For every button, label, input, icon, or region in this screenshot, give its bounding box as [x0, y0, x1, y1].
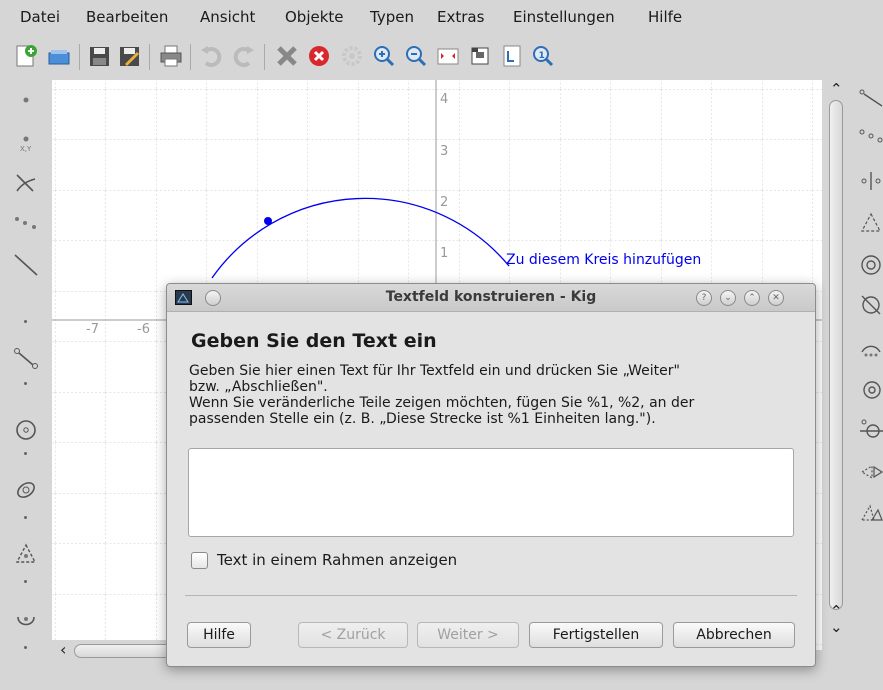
- description-line: Wenn Sie veränderliche Teile zeigen möch…: [189, 395, 695, 411]
- similitude-tool-icon[interactable]: [858, 498, 883, 524]
- transform-tool-icon[interactable]: [12, 608, 40, 636]
- ray-tool-icon[interactable]: [858, 86, 883, 112]
- undo-icon[interactable]: [197, 42, 225, 70]
- frame-checkbox-row[interactable]: Text in einem Rahmen anzeigen: [191, 550, 457, 570]
- svg-text:X,Y: X,Y: [20, 145, 32, 153]
- dialog-heading: Geben Sie den Text ein: [191, 330, 437, 352]
- arc-tool-icon[interactable]: [858, 334, 883, 360]
- horizontal-scrollbar[interactable]: ‹: [52, 640, 174, 662]
- toolbar: 1: [0, 36, 883, 80]
- help-icon[interactable]: ?: [696, 290, 712, 306]
- menu-bar: Datei Bearbeiten Ansicht Objekte Typen E…: [0, 0, 883, 36]
- menu-typen[interactable]: Typen: [370, 8, 414, 26]
- new-document-icon[interactable]: [12, 42, 40, 70]
- circle-point[interactable]: [264, 217, 272, 225]
- dialog-titlebar[interactable]: Textfeld konstruieren - Kig ? ⌄ ⌃ ✕: [167, 284, 815, 312]
- text-input-area[interactable]: [188, 448, 794, 537]
- save-icon[interactable]: [85, 42, 113, 70]
- properties-icon[interactable]: [498, 42, 526, 70]
- point-coordinates-tool-icon[interactable]: X,Y: [12, 130, 40, 158]
- segment-tool-icon[interactable]: [12, 344, 40, 372]
- dialog-separator: [185, 595, 797, 596]
- print-icon[interactable]: [157, 42, 185, 70]
- zoom-icon[interactable]: 1: [529, 42, 557, 70]
- export-icon[interactable]: [466, 42, 494, 70]
- y-axis-label-4: 4: [440, 92, 449, 107]
- right-tool-column: [850, 80, 883, 662]
- close-icon[interactable]: ✕: [768, 290, 784, 306]
- vector-tool-icon[interactable]: [858, 124, 883, 150]
- dialog-title: Textfeld konstruieren - Kig: [385, 289, 597, 305]
- point-tool-icon[interactable]: [12, 86, 40, 114]
- open-icon[interactable]: [45, 42, 73, 70]
- left-tool-column: X,Y: [0, 80, 52, 662]
- description-line: passenden Stelle ein (z. B. „Diese Strec…: [189, 411, 656, 427]
- y-axis-label-3: 3: [440, 144, 449, 159]
- circle-tool-icon[interactable]: [12, 416, 40, 444]
- perpendicular-tool-icon[interactable]: [858, 168, 883, 194]
- maximize-icon[interactable]: ⌃: [744, 290, 760, 306]
- spiral-tool-icon[interactable]: [858, 252, 883, 278]
- back-button[interactable]: < Zurück: [298, 622, 408, 648]
- menu-hilfe[interactable]: Hilfe: [648, 8, 682, 26]
- menu-extras[interactable]: Extras: [437, 8, 484, 26]
- circle-line-tool-icon[interactable]: [858, 416, 883, 442]
- finish-button[interactable]: Fertigstellen: [529, 622, 663, 648]
- help-button[interactable]: Hilfe: [187, 622, 251, 648]
- description-line: Geben Sie hier einen Text für Ihr Textfe…: [189, 363, 680, 379]
- menu-einstellungen[interactable]: Einstellungen: [513, 8, 615, 26]
- delete-icon[interactable]: [273, 42, 301, 70]
- minimize-icon[interactable]: ⌄: [720, 290, 736, 306]
- settings-icon[interactable]: [338, 42, 366, 70]
- redo-icon[interactable]: [230, 42, 258, 70]
- dialog-description: Geben Sie hier einen Text für Ihr Textfe…: [189, 363, 799, 427]
- x-axis-label-neg7: -7: [86, 322, 99, 337]
- line-tool-icon[interactable]: [12, 250, 40, 278]
- y-axis-label-1: 1: [440, 246, 449, 261]
- zoom-in-icon[interactable]: [370, 42, 398, 70]
- frame-checkbox[interactable]: [191, 551, 208, 569]
- triangle-tool-icon[interactable]: [858, 210, 883, 236]
- polygon-tool-icon[interactable]: [12, 540, 40, 568]
- scroll-down-arrow-icon[interactable]: ⌄: [830, 618, 843, 636]
- mirror-tool-icon[interactable]: [858, 456, 883, 482]
- construct-text-dialog: Textfeld konstruieren - Kig ? ⌄ ⌃ ✕ Gebe…: [166, 283, 816, 667]
- intersection-tool-icon[interactable]: [12, 168, 40, 196]
- scroll-up-arrow-icon[interactable]: ⌃: [830, 80, 843, 98]
- description-line: bzw. „Abschließen".: [189, 379, 328, 395]
- menu-datei[interactable]: Datei: [20, 8, 60, 26]
- menu-objekte[interactable]: Objekte: [285, 8, 344, 26]
- vertical-scrollbar-thumb[interactable]: [829, 100, 843, 610]
- menu-bearbeiten[interactable]: Bearbeiten: [86, 8, 168, 26]
- menu-ansicht[interactable]: Ansicht: [200, 8, 255, 26]
- midpoint-tool-icon[interactable]: [12, 208, 40, 236]
- y-axis-label-2: 2: [440, 195, 449, 210]
- circle-hover-label: Zu diesem Kreis hinzufügen: [506, 252, 702, 268]
- next-button[interactable]: Weiter >: [417, 622, 519, 648]
- zoom-out-icon[interactable]: [402, 42, 430, 70]
- horizontal-scrollbar-thumb[interactable]: [74, 644, 174, 658]
- vertical-scrollbar[interactable]: ⌃ ⌃ ⌄: [822, 80, 850, 640]
- cancel-icon[interactable]: [305, 42, 333, 70]
- cancel-button[interactable]: Abbrechen: [673, 622, 795, 648]
- concentric-tool-icon[interactable]: [858, 376, 883, 402]
- tangent-tool-icon[interactable]: [858, 292, 883, 318]
- svg-text:1: 1: [539, 51, 545, 61]
- scroll-left-arrow-icon[interactable]: ‹: [60, 640, 66, 659]
- x-axis-label-neg6: -6: [137, 322, 150, 337]
- save-as-icon[interactable]: [115, 42, 143, 70]
- frame-checkbox-label[interactable]: Text in einem Rahmen anzeigen: [217, 551, 457, 569]
- fit-to-page-icon[interactable]: [434, 42, 462, 70]
- conic-tool-icon[interactable]: [12, 476, 40, 504]
